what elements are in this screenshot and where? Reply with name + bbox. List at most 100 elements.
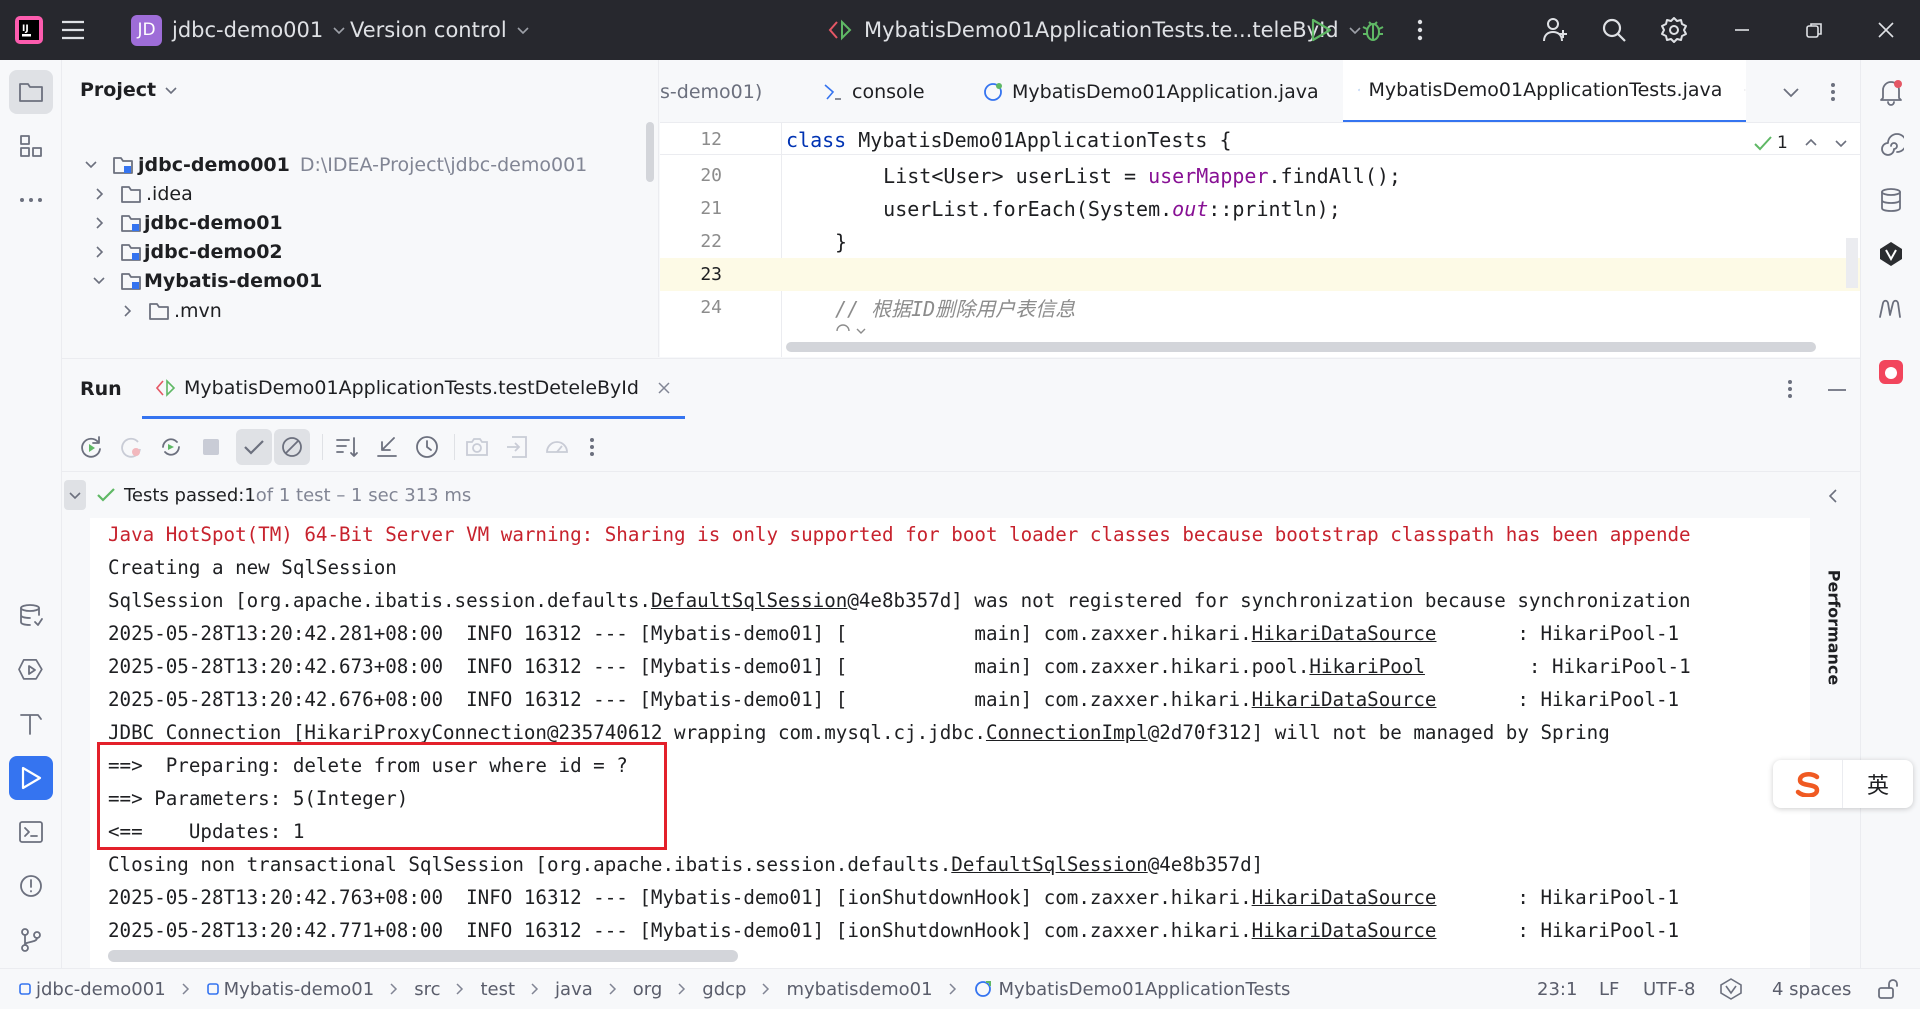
test-history-button[interactable] bbox=[414, 434, 440, 460]
app-logo-icon[interactable]: IJ bbox=[14, 0, 44, 60]
breadcrumb-item[interactable]: src bbox=[414, 979, 440, 1000]
close-tab-icon[interactable] bbox=[657, 381, 671, 395]
toggle-auto-test-button[interactable] bbox=[158, 434, 184, 460]
chevron-right-icon bbox=[531, 983, 539, 995]
editor-scrollbar[interactable] bbox=[1846, 238, 1858, 288]
inspection-widget[interactable]: 1 bbox=[1753, 133, 1848, 153]
console-link[interactable]: ConnectionImpl bbox=[986, 721, 1148, 744]
run-tab[interactable]: MybatisDemo01ApplicationTests.testDetele… bbox=[142, 359, 685, 419]
ime-indicator[interactable]: 英 bbox=[1773, 760, 1913, 808]
indent-setting[interactable]: 4 spaces bbox=[1772, 969, 1851, 1009]
structure-tool-button[interactable] bbox=[9, 124, 53, 168]
tree-scrollbar[interactable] bbox=[646, 122, 654, 182]
import-tests-button[interactable] bbox=[504, 434, 530, 460]
file-encoding[interactable]: UTF-8 bbox=[1643, 969, 1695, 1009]
breadcrumb-item[interactable]: gdcp bbox=[702, 979, 746, 1000]
database-button[interactable] bbox=[1869, 178, 1913, 222]
caret-position[interactable]: 23:1 bbox=[1537, 969, 1577, 1009]
console-link[interactable]: HikariDataSource bbox=[1252, 886, 1437, 909]
sort-button[interactable] bbox=[334, 434, 360, 460]
console-link[interactable]: DefaultSqlSession bbox=[951, 853, 1147, 876]
tab-console[interactable]: console bbox=[822, 60, 925, 122]
editor-h-scrollbar[interactable] bbox=[786, 342, 1816, 352]
project-panel-title: Project bbox=[80, 79, 157, 101]
code-field: out bbox=[1172, 196, 1209, 221]
collapse-all-button[interactable] bbox=[374, 434, 400, 460]
tab-list-dropdown[interactable] bbox=[1782, 60, 1800, 122]
lock-icon[interactable] bbox=[1876, 969, 1898, 1009]
toolbar-more-icon[interactable] bbox=[589, 437, 595, 457]
chevron-left-icon[interactable] bbox=[1826, 488, 1840, 504]
add-user-icon[interactable] bbox=[1542, 0, 1570, 60]
close-tab-icon[interactable] bbox=[1744, 83, 1746, 97]
editor-more-icon[interactable] bbox=[1830, 60, 1836, 122]
line-separator[interactable]: LF bbox=[1599, 969, 1619, 1009]
debug-button[interactable] bbox=[1360, 0, 1386, 60]
mybatis-button[interactable] bbox=[1869, 286, 1913, 330]
project-selector[interactable]: JD jdbc-demo001 bbox=[131, 0, 347, 60]
restore-icon[interactable] bbox=[1804, 0, 1824, 60]
database-tool-button[interactable] bbox=[9, 594, 53, 638]
run-button[interactable] bbox=[1310, 0, 1332, 60]
breadcrumb-item[interactable]: test bbox=[480, 979, 515, 1000]
vcs-menu[interactable]: Version control bbox=[350, 0, 531, 60]
stop-button[interactable] bbox=[198, 434, 224, 460]
console-link[interactable]: HikariDataSource bbox=[1252, 919, 1437, 942]
show-passed-button[interactable] bbox=[236, 429, 272, 465]
main-menu-icon[interactable] bbox=[60, 0, 86, 60]
ai-status-icon[interactable] bbox=[1718, 969, 1744, 1009]
code-editor[interactable]: 12 class MybatisDemo01ApplicationTests {… bbox=[660, 123, 1860, 357]
console-link[interactable]: HikariDataSource bbox=[1252, 688, 1437, 711]
console-link[interactable]: HikariDataSource bbox=[1252, 622, 1437, 645]
rerun-icon bbox=[81, 436, 101, 458]
chevron-up-icon[interactable] bbox=[1804, 136, 1818, 150]
notifications-button[interactable] bbox=[1869, 70, 1913, 114]
console-h-scrollbar[interactable] bbox=[108, 950, 738, 962]
tab-mybatisdemo01application[interactable]: MybatisDemo01Application.java bbox=[982, 60, 1319, 122]
code-text: List<User> userList = bbox=[835, 163, 1149, 188]
search-icon[interactable] bbox=[1601, 0, 1627, 60]
console-link[interactable]: DefaultSqlSession bbox=[651, 589, 847, 612]
console-link[interactable]: HikariPool bbox=[1309, 655, 1425, 678]
plugin-red-button[interactable] bbox=[1869, 350, 1913, 394]
breadcrumb-item[interactable]: org bbox=[633, 979, 663, 1000]
expand-tree-button[interactable] bbox=[64, 480, 86, 510]
terminal-tool-button[interactable] bbox=[9, 810, 53, 854]
ai-hint-icon[interactable] bbox=[835, 323, 869, 339]
breadcrumb-item[interactable]: MybatisDemo01ApplicationTests bbox=[999, 979, 1291, 1000]
performance-tab[interactable]: Performance bbox=[1814, 569, 1854, 685]
breadcrumb-item[interactable]: Mybatis-demo01 bbox=[224, 979, 375, 1000]
tab-mybatis-demo01[interactable]: s-demo01) bbox=[660, 60, 762, 122]
more-actions-icon[interactable] bbox=[1416, 0, 1424, 60]
gauge-icon bbox=[546, 441, 568, 453]
screenshot-button[interactable] bbox=[464, 434, 490, 460]
show-ignored-button[interactable] bbox=[274, 429, 310, 465]
breadcrumb-item[interactable]: java bbox=[555, 979, 593, 1000]
run-config-selector[interactable]: MybatisDemo01ApplicationTests.te...teleB… bbox=[828, 0, 1363, 60]
tab-mybatisdemo01applicationtests[interactable]: MybatisDemo01ApplicationTests.java bbox=[1343, 60, 1746, 122]
ai-assistant-button[interactable] bbox=[1869, 124, 1913, 168]
breadcrumb-item[interactable]: jdbc-demo001 bbox=[36, 979, 166, 1000]
rerun-button[interactable] bbox=[78, 434, 104, 460]
tree-item-mybatis-demo01[interactable]: Mybatis-demo01 bbox=[92, 264, 322, 298]
project-panel-header[interactable]: Project bbox=[80, 60, 178, 120]
rerun-failed-button[interactable] bbox=[118, 434, 144, 460]
hide-panel-icon[interactable] bbox=[1827, 388, 1847, 392]
chevron-right-icon bbox=[762, 983, 770, 995]
breadcrumb-item[interactable]: mybatisdemo01 bbox=[786, 979, 932, 1000]
settings-gear-icon[interactable] bbox=[1660, 0, 1688, 60]
close-icon[interactable] bbox=[1876, 0, 1896, 60]
maven-button[interactable] bbox=[1869, 232, 1913, 276]
minimize-icon[interactable] bbox=[1732, 0, 1752, 60]
build-tool-button[interactable] bbox=[9, 702, 53, 746]
run-tool-button[interactable] bbox=[9, 756, 53, 800]
problems-tool-button[interactable] bbox=[9, 864, 53, 908]
more-tools-button[interactable] bbox=[9, 178, 53, 222]
services-tool-button[interactable] bbox=[9, 648, 53, 692]
git-tool-button[interactable] bbox=[9, 918, 53, 962]
profile-button[interactable] bbox=[544, 434, 570, 460]
chevron-down-icon[interactable] bbox=[1834, 136, 1848, 150]
run-more-icon[interactable] bbox=[1787, 379, 1793, 399]
tree-item-mvn[interactable]: .mvn bbox=[120, 294, 222, 328]
project-tool-button[interactable] bbox=[9, 70, 53, 114]
